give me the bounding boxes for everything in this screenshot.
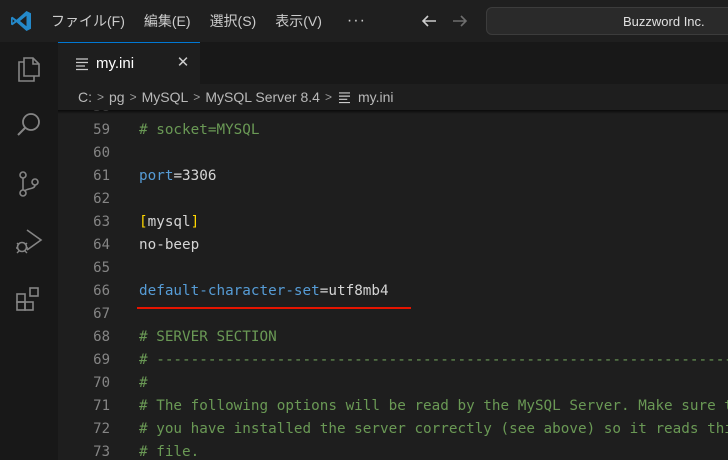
code-line[interactable]: 71 # The following options will be read b… (58, 395, 728, 418)
extensions-icon[interactable] (14, 285, 44, 315)
line-number: 62 (93, 191, 110, 207)
activity-bar (0, 42, 58, 460)
code-token: mysql (147, 214, 191, 230)
breadcrumb-item-drive[interactable]: C: (78, 89, 92, 105)
menu-more-icon[interactable]: ··· (347, 12, 366, 30)
code-token: # (139, 375, 148, 391)
highlight-underline (137, 307, 411, 309)
code-token: # SERVER SECTION (139, 329, 277, 345)
code-token: default-character-set (139, 283, 320, 299)
menu-file[interactable]: ファイル(F) (51, 11, 125, 31)
chevron-right-icon: > (129, 90, 137, 104)
menu-edit[interactable]: 編集(E) (144, 11, 191, 31)
search-box-label: Buzzword Inc. (623, 14, 705, 29)
code-line[interactable]: 70 # (58, 372, 728, 395)
code-text: # --------------------------------------… (139, 349, 728, 372)
breadcrumb-item-mysql-server[interactable]: MySQL Server 8.4 (205, 89, 320, 105)
code-token: =3306 (173, 168, 217, 184)
command-center-search[interactable]: Buzzword Inc. (486, 7, 728, 35)
code-line[interactable]: 63 [mysql] (58, 211, 728, 234)
arrow-right-icon[interactable] (449, 10, 471, 32)
code-text: [mysql] (139, 211, 199, 234)
tab-bar: my.ini ✕ (58, 42, 728, 84)
search-icon[interactable] (14, 110, 44, 140)
code-text: # (139, 372, 148, 395)
line-number: 67 (93, 306, 110, 322)
line-number: 65 (93, 260, 110, 276)
editor-scroll-shadow (58, 110, 728, 114)
code-token: # file. (139, 444, 200, 460)
menu-bar: ファイル(F) 編集(E) 選択(S) 表示(V) ··· (51, 0, 366, 42)
code-token: # The following options will be read by … (139, 398, 728, 414)
breadcrumb: C: > pg > MySQL > MySQL Server 8.4 > my.… (58, 84, 728, 110)
code-token: =utf8mb4 (319, 283, 389, 299)
line-number: 64 (93, 237, 110, 253)
code-token: [ (139, 214, 148, 230)
breadcrumb-item-pg[interactable]: pg (109, 89, 125, 105)
tab-my-ini[interactable]: my.ini ✕ (58, 42, 200, 84)
code-token: no-beep (139, 237, 200, 253)
code-token: port (139, 168, 174, 184)
code-text: # The following options will be read by … (139, 395, 728, 418)
code-line[interactable]: 65 (58, 257, 728, 280)
breadcrumb-item-mysql[interactable]: MySQL (142, 89, 189, 105)
code-text: default-character-set=utf8mb4 (139, 280, 389, 303)
files-icon[interactable] (14, 54, 44, 84)
line-number: 60 (93, 145, 110, 161)
code-line[interactable]: 66 default-character-set=utf8mb4 (58, 280, 728, 303)
code-line[interactable]: 72 # you have installed the server correc… (58, 418, 728, 441)
code-line[interactable]: 69 # ------------------------------------… (58, 349, 728, 372)
code-line[interactable]: 68 # SERVER SECTION (58, 326, 728, 349)
menu-selection[interactable]: 選択(S) (210, 11, 257, 31)
tab-label: my.ini (96, 55, 135, 72)
menu-view[interactable]: 表示(V) (275, 11, 322, 31)
title-bar: ファイル(F) 編集(E) 選択(S) 表示(V) ··· Buzzword I… (0, 0, 728, 42)
line-number: 69 (93, 352, 110, 368)
chevron-right-icon: > (97, 90, 105, 104)
line-number: 63 (93, 214, 110, 230)
code-text: no-beep (139, 234, 199, 257)
line-number: 72 (93, 421, 110, 437)
code-text: port=3306 (139, 165, 216, 188)
code-line[interactable]: 73 # file. (58, 441, 728, 460)
code-line[interactable]: 59 # socket=MYSQL (58, 119, 728, 142)
code-token: ] (190, 214, 200, 230)
code-editor[interactable]: 5859# socket=MYSQL6061port=33066263[mysq… (58, 110, 728, 460)
code-text: # socket=MYSQL (139, 119, 260, 142)
chevron-right-icon: > (324, 90, 332, 104)
line-number: 61 (93, 168, 110, 184)
arrow-left-icon[interactable] (418, 10, 440, 32)
source-control-icon[interactable] (14, 169, 44, 199)
chevron-right-icon: > (193, 90, 201, 104)
line-number: 59 (93, 122, 110, 138)
code-token: # --------------------------------------… (139, 352, 728, 368)
vscode-logo-icon[interactable] (9, 9, 33, 33)
code-text: # you have installed the server correctl… (139, 418, 728, 441)
line-number: 66 (93, 283, 110, 299)
line-number: 70 (93, 375, 110, 391)
code-token: # you have installed the server correctl… (139, 421, 728, 437)
line-number: 71 (93, 398, 110, 414)
code-text: # file. (139, 441, 199, 460)
code-line[interactable]: 64 no-beep (58, 234, 728, 257)
code-line[interactable]: 61 port=3306 (58, 165, 728, 188)
code-token: # socket=MYSQL (139, 122, 260, 138)
file-lines-icon (76, 58, 88, 71)
file-lines-icon (338, 91, 350, 103)
run-debug-icon[interactable] (14, 226, 44, 256)
breadcrumb-item-file[interactable]: my.ini (358, 89, 394, 105)
close-icon[interactable]: ✕ (176, 55, 190, 71)
code-line[interactable]: 60 (58, 142, 728, 165)
code-text: # SERVER SECTION (139, 326, 277, 349)
line-number: 73 (93, 444, 110, 460)
code-line[interactable]: 62 (58, 188, 728, 211)
line-number: 68 (93, 329, 110, 345)
